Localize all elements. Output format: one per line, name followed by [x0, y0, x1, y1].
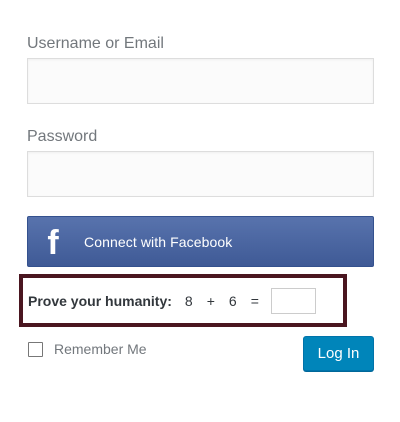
username-input[interactable] [27, 58, 374, 104]
connect-facebook-label: Connect with Facebook [84, 233, 233, 250]
facebook-f-icon: f [47, 223, 59, 262]
captcha-operand-b: 6 [228, 292, 237, 309]
captcha-prompt: Prove your humanity: [28, 292, 172, 309]
captcha-operator: + [206, 292, 215, 309]
password-input[interactable] [27, 151, 374, 197]
remember-me-label: Remember Me [54, 341, 147, 357]
captcha-highlight-box: Prove your humanity: 8 + 6 = [19, 274, 347, 327]
remember-me-row[interactable]: Remember Me [28, 341, 147, 357]
login-form: Username or Email Password f Connect wit… [0, 0, 400, 422]
log-in-button[interactable]: Log In [303, 336, 374, 371]
captcha-operand-a: 8 [184, 292, 193, 309]
connect-facebook-button[interactable]: f Connect with Facebook [27, 216, 374, 267]
password-label: Password [27, 128, 98, 145]
captcha-answer-input[interactable] [270, 287, 316, 314]
remember-me-checkbox[interactable] [28, 341, 43, 357]
username-label: Username or Email [27, 35, 164, 52]
captcha-equals: = [250, 292, 259, 309]
